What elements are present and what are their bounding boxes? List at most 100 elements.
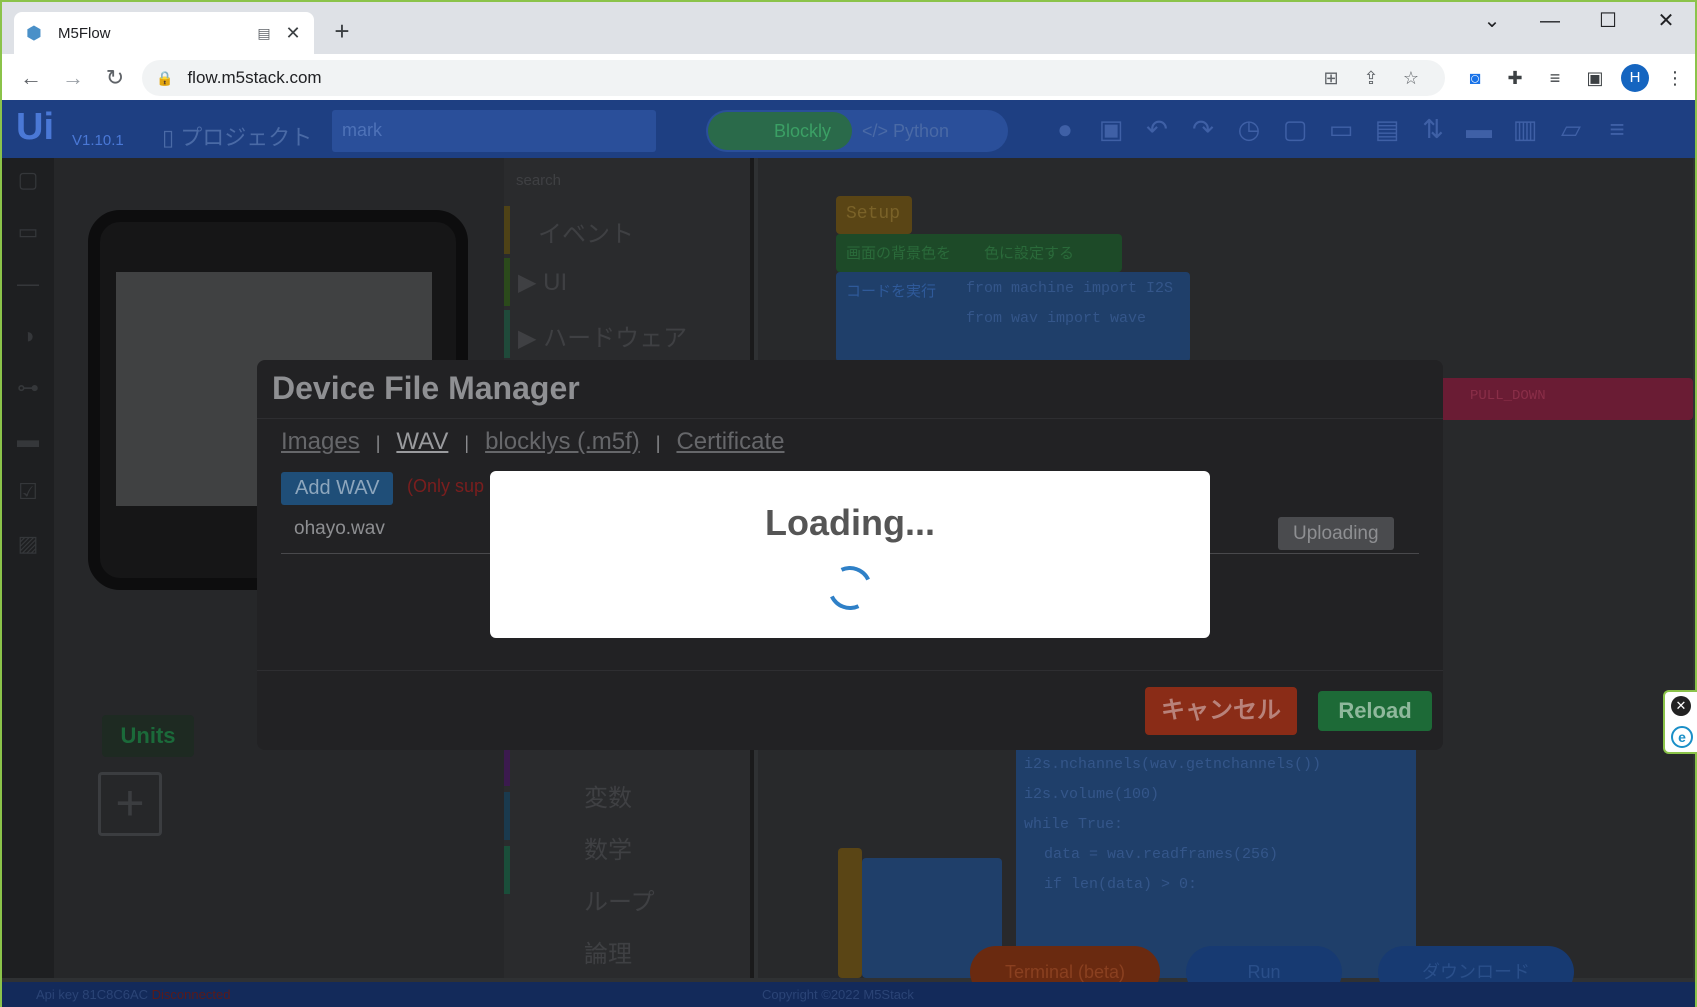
minimize-button[interactable]: — xyxy=(1521,2,1579,42)
code-line: data = wav.readframes(256) xyxy=(1044,846,1279,863)
dialog-tabs: Images | WAV | blocklys (.m5f) | Certifi… xyxy=(281,428,785,456)
add-wav-button[interactable]: Add WAV xyxy=(281,472,394,505)
m5flow-favicon-icon: ⬢ xyxy=(26,23,42,43)
chat-icon[interactable]: ▱ xyxy=(1548,114,1594,145)
event-category-bar xyxy=(504,206,510,254)
code-line: from wav import wave xyxy=(966,310,1147,327)
header-tools: ● ▣ ↶ ↷ ◷ ▢ ▭ ▤ ⇅ ▬ ▥ ▱ ≡ xyxy=(1042,114,1640,145)
palette-category[interactable]: ループ xyxy=(584,882,655,917)
open-folder-icon[interactable]: ▭ xyxy=(1318,114,1364,145)
tab-close-icon[interactable]: ✕ xyxy=(284,23,302,44)
save-icon[interactable]: ▤ xyxy=(1364,114,1410,145)
code-line: i2s.nchannels(wav.getnchannels()) xyxy=(1024,756,1322,773)
tab-strip: ⬢ M5Flow ▤ ✕ + ⌄ — ☐ ✕ xyxy=(2,2,1695,54)
uploading-button[interactable]: Uploading xyxy=(1278,517,1394,550)
media-controls-icon[interactable]: ≡ xyxy=(1535,68,1575,89)
mode-switch[interactable]: Blockly </> Python xyxy=(706,110,1008,152)
extension-icon[interactable]: ◙ xyxy=(1455,68,1495,89)
forward-button[interactable]: → xyxy=(54,59,92,97)
tab-certificate[interactable]: Certificate xyxy=(676,428,784,456)
browser-tab[interactable]: ⬢ M5Flow ▤ ✕ xyxy=(14,12,314,54)
project-label-text: プロジェクト xyxy=(180,125,313,150)
copyright: Copyright ©2022 M5Stack xyxy=(762,987,914,1002)
tab-search-icon[interactable]: ▤ xyxy=(254,25,274,42)
hamburger-menu-icon[interactable]: ≡ xyxy=(1594,114,1640,145)
api-icon[interactable]: ⇅ xyxy=(1410,114,1456,145)
setup-block[interactable]: Setup xyxy=(836,196,912,234)
widget-close-icon[interactable]: ✕ xyxy=(1671,696,1691,716)
lock-icon[interactable]: 🔒 xyxy=(156,70,173,87)
tab-title: M5Flow xyxy=(58,24,111,42)
bar-tool-icon[interactable]: ▬ xyxy=(2,418,54,470)
palette-category[interactable]: ▶ ハードウェア xyxy=(518,318,687,353)
translate-icon[interactable]: ⊞ xyxy=(1311,68,1351,89)
history-icon[interactable]: ◷ xyxy=(1226,114,1272,145)
tab-wav[interactable]: WAV xyxy=(396,428,448,456)
device-icon[interactable]: ▣ xyxy=(1088,114,1134,145)
undo-icon[interactable]: ↶ xyxy=(1134,114,1180,145)
palette-category[interactable]: 数学 xyxy=(584,830,632,865)
ui-category-bar xyxy=(504,258,510,306)
mode-python-label: Python xyxy=(893,121,950,141)
address-bar[interactable]: 🔒 flow.m5stack.com ⊞ ⇪ ☆ xyxy=(142,60,1445,96)
button-tool-icon[interactable]: ▭ xyxy=(2,210,54,262)
url-text[interactable]: flow.m5stack.com xyxy=(187,68,1311,88)
line-tool-icon[interactable]: — xyxy=(2,262,54,314)
pull-down-label: PULL_DOWN xyxy=(1470,388,1546,404)
dialog-divider xyxy=(257,418,1443,419)
project-name-input[interactable]: mark xyxy=(332,110,656,152)
close-window-button[interactable]: ✕ xyxy=(1637,2,1695,42)
side-panel-icon[interactable]: ▣ xyxy=(1575,68,1615,89)
redo-icon[interactable]: ↷ xyxy=(1180,114,1226,145)
reload-page-button[interactable]: ↻ xyxy=(96,59,134,97)
format-note: (Only sup xyxy=(407,476,485,496)
maximize-button[interactable]: ☐ xyxy=(1579,2,1637,42)
tab-separator: | xyxy=(375,433,381,453)
loop-category-bar xyxy=(504,846,510,894)
profile-avatar[interactable]: H xyxy=(1621,64,1649,92)
tab-images[interactable]: Images xyxy=(281,428,360,456)
new-file-icon[interactable]: ▢ xyxy=(1272,114,1318,145)
menu-kebab-icon[interactable]: ⋮ xyxy=(1655,68,1695,89)
cancel-button[interactable]: キャンセル xyxy=(1145,687,1297,735)
floating-extension-widget: ✕ e xyxy=(1663,690,1697,754)
reload-button[interactable]: Reload xyxy=(1318,691,1432,731)
bookmark-star-icon[interactable]: ☆ xyxy=(1391,68,1431,89)
palette-category[interactable]: 変数 xyxy=(584,778,632,813)
file-name: ohayo.wav xyxy=(294,518,385,539)
tab-blocklys[interactable]: blocklys (.m5f) xyxy=(485,428,640,456)
code-line: if len(data) > 0: xyxy=(1044,876,1198,893)
storage-icon[interactable]: ▥ xyxy=(1502,114,1548,145)
device-manager-icon[interactable]: ▬ xyxy=(1456,114,1502,145)
browser-chrome: ⬢ M5Flow ▤ ✕ + ⌄ — ☐ ✕ ← → ↻ 🔒 flow.m5st… xyxy=(0,0,1697,102)
math-category-bar xyxy=(504,792,510,840)
switch-tool-icon[interactable]: ◑ xyxy=(2,314,54,366)
share-icon[interactable]: ⇪ xyxy=(1351,68,1391,89)
new-tab-button[interactable]: + xyxy=(328,18,356,46)
units-label: Units xyxy=(102,715,194,757)
image-tool-icon[interactable]: ▨ xyxy=(2,522,54,574)
label-tool-icon[interactable]: ▢ xyxy=(2,158,54,210)
connection-status: Disconnected xyxy=(151,987,231,1002)
mode-blockly[interactable]: Blockly xyxy=(708,112,852,150)
palette-category[interactable]: ▶ UI xyxy=(518,268,567,297)
slider-tool-icon[interactable]: ⊶ xyxy=(2,366,54,418)
add-unit-button[interactable]: + xyxy=(98,772,162,836)
set-bg-color-block[interactable]: 画面の背景色を 色に設定する xyxy=(836,234,1122,272)
palette-category[interactable]: 論理 xyxy=(584,934,632,969)
tab-search-chevron-icon[interactable]: ⌄ xyxy=(1463,2,1521,42)
palette-category[interactable]: イベント xyxy=(538,214,634,249)
palette-search[interactable]: search xyxy=(516,172,561,189)
puzzle-extensions-icon[interactable]: ✚ xyxy=(1495,68,1535,89)
execute-code-block[interactable]: コードを実行 from machine import I2S from wav … xyxy=(836,272,1190,362)
widget-e-icon[interactable]: e xyxy=(1671,726,1693,748)
user-icon[interactable]: ● xyxy=(1042,114,1088,145)
project-label[interactable]: ▯ プロジェクト xyxy=(162,120,312,152)
loading-modal: Loading... xyxy=(490,471,1210,638)
extensions-area: ◙ ✚ ≡ ▣ H ⋮ xyxy=(1455,64,1695,92)
checkbox-tool-icon[interactable]: ☑ xyxy=(2,470,54,522)
back-button[interactable]: ← xyxy=(12,59,50,97)
mode-python[interactable]: </> Python xyxy=(862,110,949,152)
set-bg-color-label: 画面の背景色を 色に設定する xyxy=(846,246,1075,263)
window-controls: ⌄ — ☐ ✕ xyxy=(1463,2,1695,42)
